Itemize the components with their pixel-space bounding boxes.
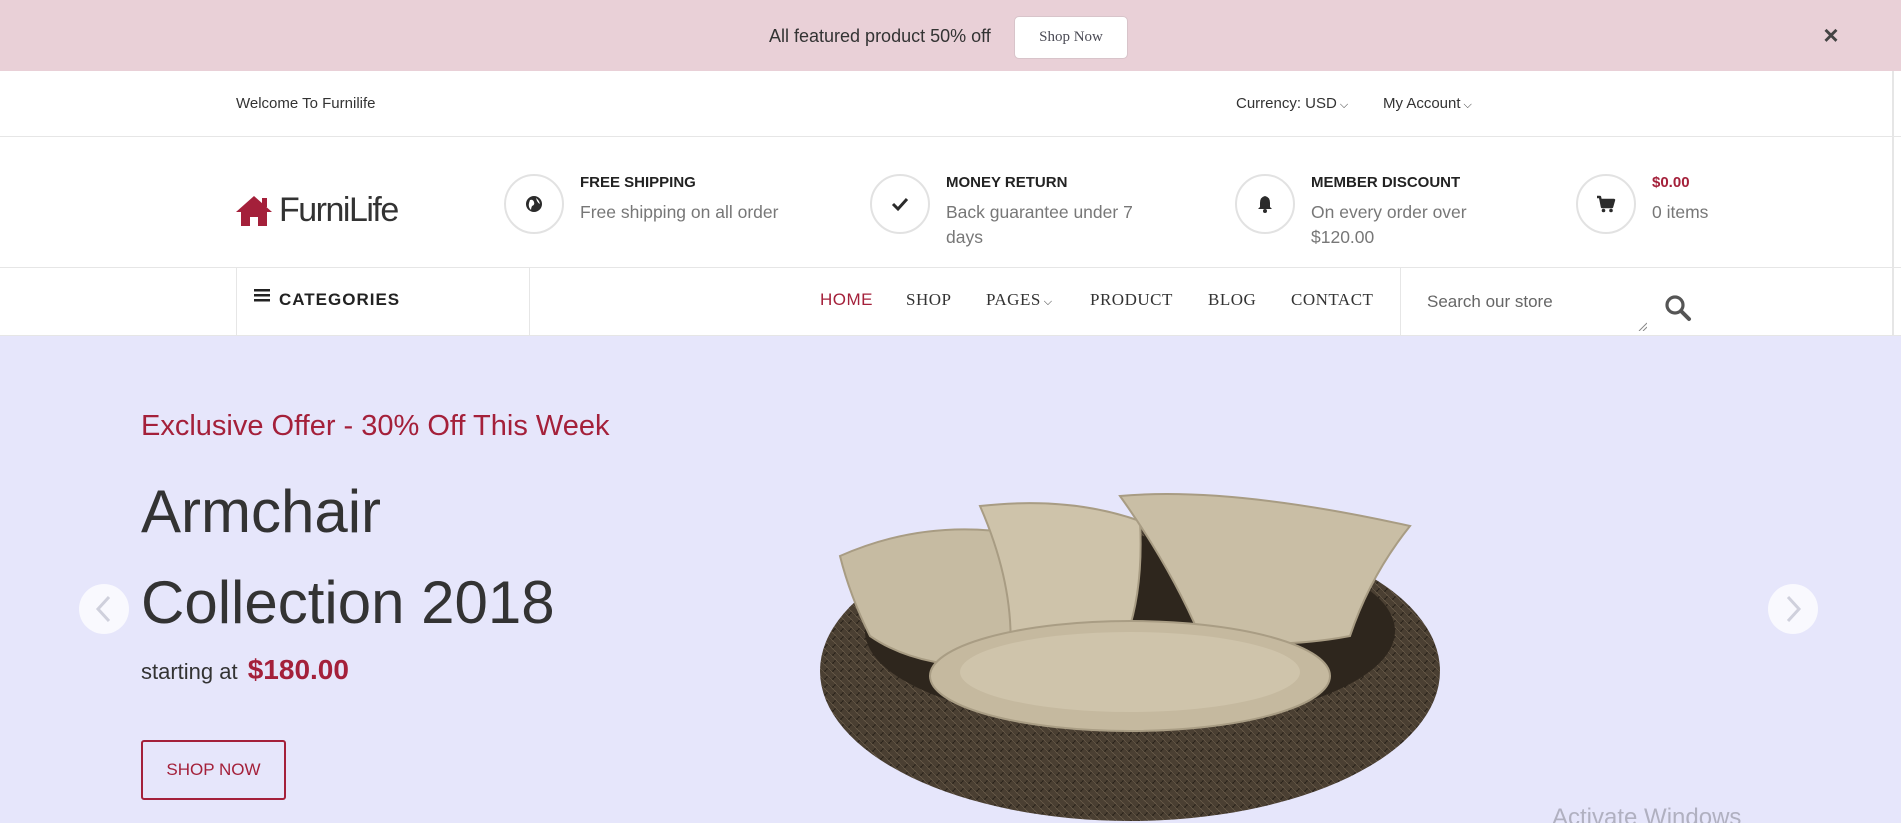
armchair-product-image [820,493,1440,821]
chevron-down-icon: ⌵ [1043,296,1053,308]
currency-label: Currency: USD [1236,95,1337,112]
bell-icon [1235,174,1295,234]
page-edge-divider [1892,71,1894,336]
categories-label: CATEGORIES [279,290,401,309]
nav-item-contact[interactable]: CONTACT [1291,290,1373,310]
search-box [1400,268,1651,335]
nav-item-shop[interactable]: SHOP [906,290,951,310]
windows-watermark: Activate Windows [1552,804,1742,823]
nav-item-home[interactable]: HOME [820,290,873,310]
slider-next-button[interactable] [1768,584,1818,634]
cart-amount: $0.00 [1652,174,1690,191]
categories-button[interactable]: CATEGORIES [236,268,530,335]
promo-text: All featured product 50% off [769,26,991,46]
check-icon [870,174,930,234]
house-icon [236,195,272,226]
hero-slider: Exclusive Offer - 30% Off This Week Armc… [0,336,1901,823]
close-icon[interactable]: × [1820,20,1842,50]
feature-desc: On every order over $120.00 [1311,202,1467,247]
hamburger-icon [254,289,270,302]
hero-title: Armchair Collection 2018 [141,466,555,648]
chevron-down-icon: ⌵ [1463,99,1472,111]
feature-desc: Back guarantee under 7 days [946,202,1133,247]
feature-title: MEMBER DISCOUNT [1311,174,1461,191]
hero-title-line2: Collection 2018 [141,569,555,636]
resize-grip-icon [1638,322,1647,331]
nav-item-product[interactable]: PRODUCT [1090,290,1173,310]
nav-item-pages-label: PAGES [986,290,1041,309]
main-nav: CATEGORIES HOME SHOP PAGES ⌵ PRODUCT BLOG… [0,267,1901,336]
account-dropdown[interactable]: My Account ⌵ [1383,95,1472,112]
promo-shop-now-button[interactable]: Shop Now [1014,16,1128,59]
search-input[interactable] [1401,270,1651,334]
hero-price-line: starting at $180.00 [141,654,349,686]
nav-item-blog[interactable]: BLOG [1208,290,1256,310]
account-label: My Account [1383,95,1461,112]
starting-text: starting at [141,659,238,684]
logo[interactable]: FurniLife [235,191,399,230]
hero-offer: Exclusive Offer - 30% Off This Week [141,410,610,442]
promo-bar: All featured product 50% off Shop Now × [0,0,1901,71]
cart-items-count: 0 items [1652,202,1709,222]
feature-desc: Free shipping on all order [580,202,779,222]
globe-icon [504,174,564,234]
currency-dropdown[interactable]: Currency: USD ⌵ [1236,95,1348,112]
slider-prev-button[interactable] [79,584,129,634]
chevron-down-icon: ⌵ [1339,99,1349,111]
hero-shop-now-button[interactable]: SHOP NOW [141,740,286,800]
hero-price: $180.00 [247,654,349,685]
feature-title: FREE SHIPPING [580,174,696,191]
site-header: FurniLife FREE SHIPPING Free shipping on… [0,138,1901,268]
logo-text: FurniLife [279,191,399,229]
search-icon[interactable] [1664,294,1692,322]
hero-title-line1: Armchair [141,478,382,545]
cart-icon [1576,174,1636,234]
feature-title: MONEY RETURN [946,174,1068,191]
chevron-left-icon [95,595,111,623]
welcome-text: Welcome To Furnilife [236,95,376,112]
chevron-right-icon [1786,595,1802,623]
top-bar: Welcome To Furnilife Currency: USD ⌵ My A… [0,71,1901,137]
nav-item-pages[interactable]: PAGES ⌵ [986,290,1053,310]
